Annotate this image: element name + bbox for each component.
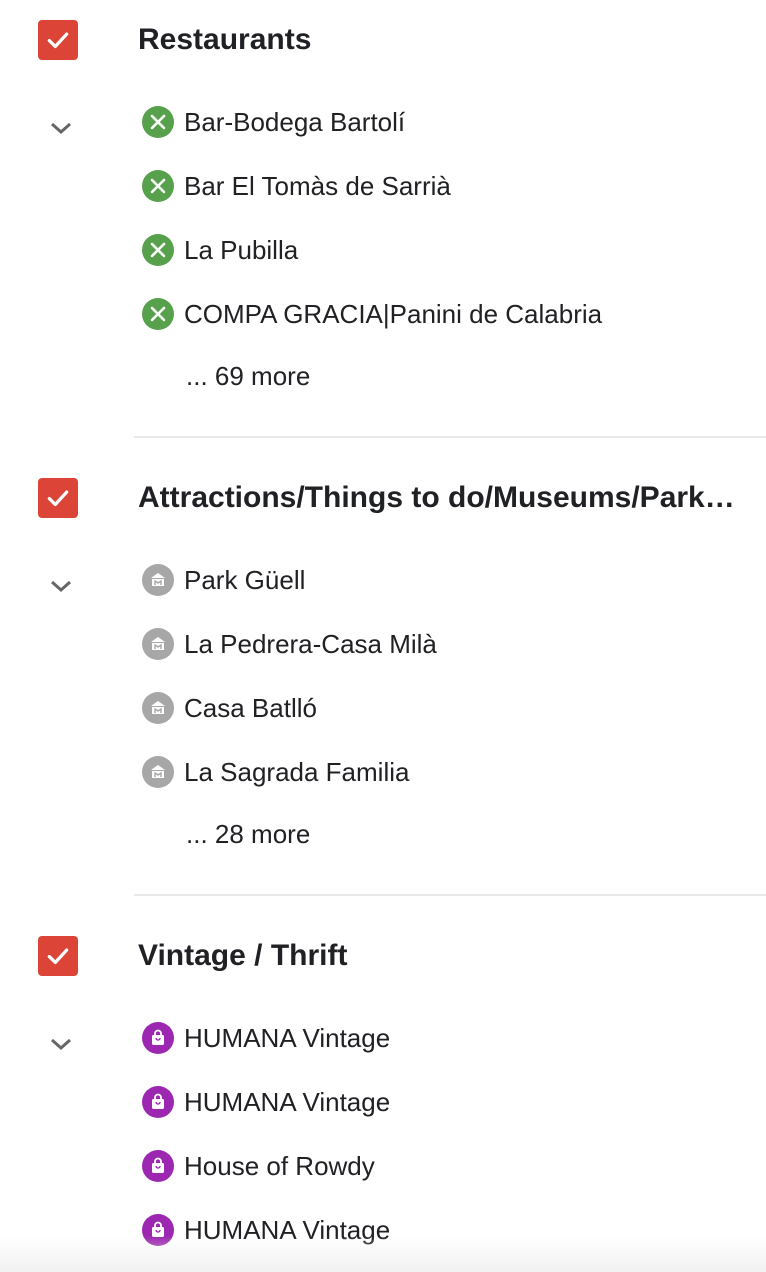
museum-icon [142, 628, 174, 660]
list-item[interactable]: HUMANA Vintage [142, 1020, 762, 1056]
list-item[interactable]: La Pedrera-Casa Milà [142, 626, 762, 662]
place-name: HUMANA Vintage [184, 1087, 391, 1117]
list-item[interactable]: Bar-Bodega Bartolí [142, 104, 762, 140]
chevron-down-icon[interactable] [46, 1029, 76, 1059]
museum-icon [142, 564, 174, 596]
museum-icon [142, 756, 174, 788]
shopping-bag-icon [142, 1086, 174, 1118]
restaurant-icon [142, 106, 174, 138]
divider [134, 894, 766, 896]
restaurant-icon [142, 234, 174, 266]
layer-title[interactable]: Vintage / Thrift [138, 936, 750, 976]
place-name: La Pubilla [184, 235, 299, 265]
place-name: Casa Batlló [184, 693, 317, 723]
list-item[interactable]: House of Rowdy [142, 1148, 762, 1184]
shopping-bag-icon [142, 1022, 174, 1054]
place-name: Bar El Tomàs de Sarrià [184, 171, 451, 201]
list-item[interactable]: Bar El Tomàs de Sarrià [142, 168, 762, 204]
place-name: Bar-Bodega Bartolí [184, 107, 406, 137]
list-item[interactable]: La Sagrada Familia [142, 754, 762, 790]
place-name: HUMANA Vintage [184, 1023, 391, 1053]
chevron-down-icon[interactable] [46, 113, 76, 143]
place-name: Park Güell [184, 565, 306, 595]
list-item[interactable]: Casa Batlló [142, 690, 762, 726]
more-items-link[interactable]: ... 69 more [186, 358, 310, 394]
layer-visibility-checkbox[interactable] [38, 936, 78, 976]
layer-group-attractions: Attractions/Things to do/Museums/Parks/G… [0, 458, 766, 896]
layer-group-vintage-thrift: Vintage / Thrift HUMANA Vintage HUMANA V… [0, 916, 766, 1272]
list-item[interactable]: COMPA GRACIA|Panini de Calabria [142, 296, 762, 332]
checkmark-icon [47, 490, 69, 507]
place-name: House of Rowdy [184, 1151, 375, 1181]
place-name: La Pedrera-Casa Milà [184, 629, 437, 659]
chevron-down-icon[interactable] [46, 571, 76, 601]
layer-visibility-checkbox[interactable] [38, 20, 78, 60]
layer-group-restaurants: Restaurants Bar-Bodega Bartolí Bar El To… [0, 0, 766, 438]
restaurant-icon [142, 298, 174, 330]
layer-title[interactable]: Attractions/Things to do/Museums/Parks/G… [138, 478, 750, 518]
more-items-link[interactable]: ... 28 more [186, 816, 310, 852]
layer-visibility-checkbox[interactable] [38, 478, 78, 518]
checkmark-icon [47, 948, 69, 965]
scroll-fade [0, 1236, 766, 1272]
place-name: La Sagrada Familia [184, 757, 410, 787]
shopping-bag-icon [142, 1150, 174, 1182]
list-item[interactable]: Park Güell [142, 562, 762, 598]
place-name: COMPA GRACIA|Panini de Calabria [184, 299, 603, 329]
layer-title[interactable]: Restaurants [138, 20, 750, 60]
checkmark-icon [47, 32, 69, 49]
list-item[interactable]: HUMANA Vintage [142, 1084, 762, 1120]
layer-list: Restaurants Bar-Bodega Bartolí Bar El To… [0, 0, 766, 1272]
restaurant-icon [142, 170, 174, 202]
divider [134, 436, 766, 438]
museum-icon [142, 692, 174, 724]
list-item[interactable]: La Pubilla [142, 232, 762, 268]
